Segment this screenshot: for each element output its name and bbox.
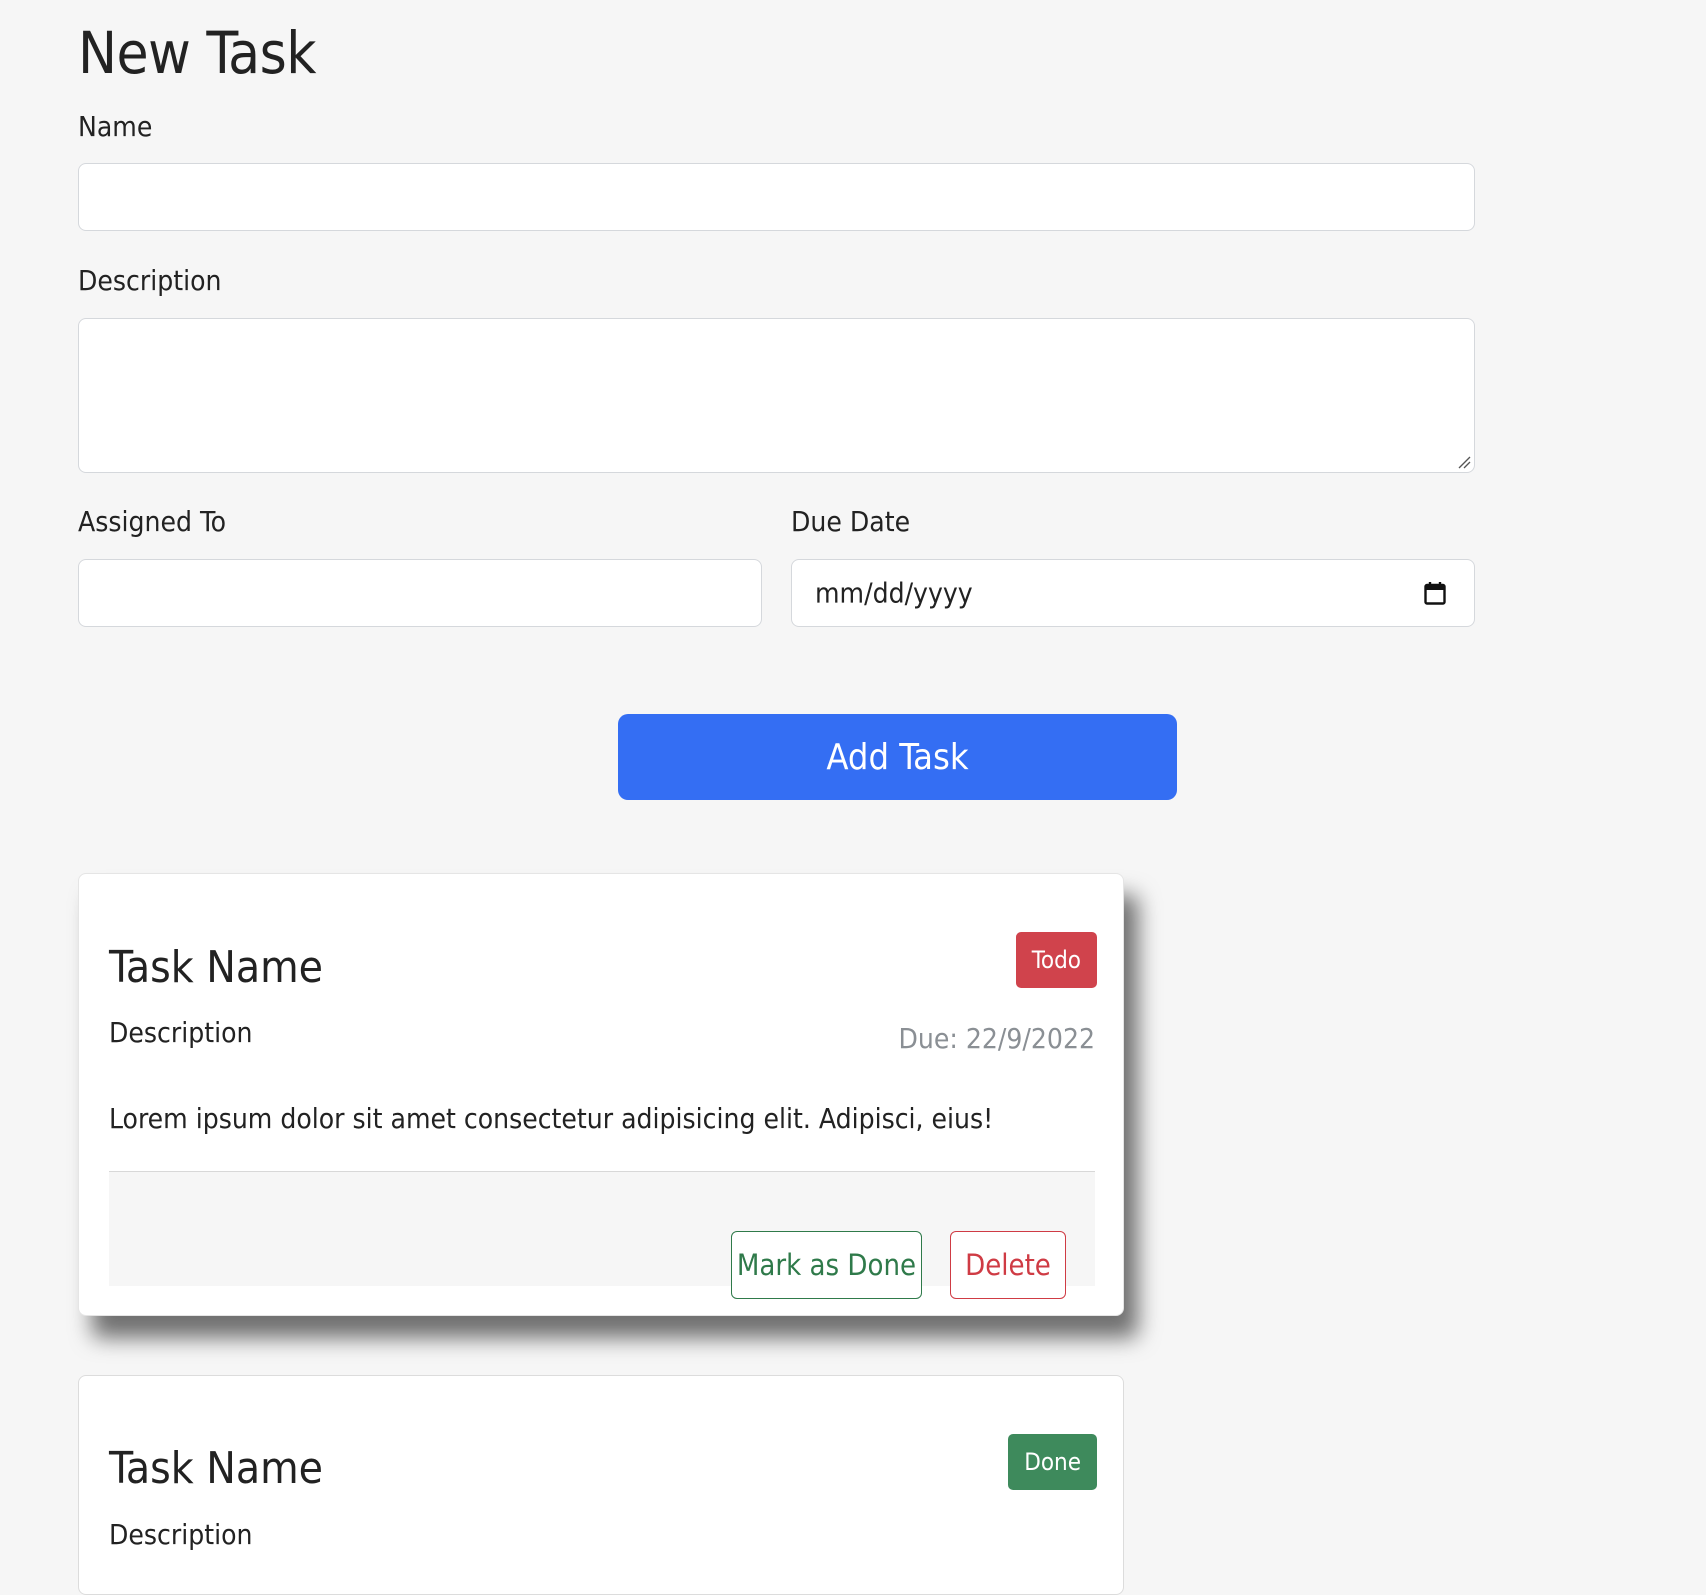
due-date-input[interactable]: mm/dd/yyyy: [791, 559, 1475, 627]
description-textarea[interactable]: [78, 318, 1475, 473]
task-title: Task Name: [109, 1443, 324, 1494]
page-title: New Task: [78, 19, 317, 87]
due-date-label: Due Date: [791, 505, 911, 538]
resize-grip-icon[interactable]: [1457, 455, 1471, 469]
calendar-icon[interactable]: [1424, 581, 1446, 605]
task-title: Task Name: [109, 942, 324, 993]
description-label: Description: [78, 264, 222, 297]
assigned-to-label: Assigned To: [78, 505, 226, 538]
add-task-button[interactable]: Add Task: [618, 714, 1177, 800]
mark-as-done-button[interactable]: Mark as Done: [731, 1231, 922, 1299]
due-date-placeholder: mm/dd/yyyy: [815, 576, 973, 610]
status-badge: Done: [1008, 1434, 1097, 1490]
name-label: Name: [78, 110, 153, 143]
status-badge: Todo: [1015, 932, 1097, 988]
task-card: Task Name Done Description: [78, 1375, 1124, 1595]
task-description-text: Lorem ipsum dolor sit amet consectetur a…: [109, 1102, 994, 1135]
task-subtitle: Description: [109, 1016, 253, 1049]
delete-button[interactable]: Delete: [950, 1231, 1066, 1299]
description-field-wrap: [78, 318, 1475, 473]
task-card: Task Name Todo Description Due: 22/9/202…: [78, 873, 1124, 1316]
name-input[interactable]: [78, 163, 1475, 231]
card-footer: [109, 1171, 1095, 1286]
task-subtitle: Description: [109, 1518, 253, 1551]
task-due-date: Due: 22/9/2022: [898, 1022, 1095, 1055]
assigned-to-input[interactable]: [78, 559, 762, 627]
